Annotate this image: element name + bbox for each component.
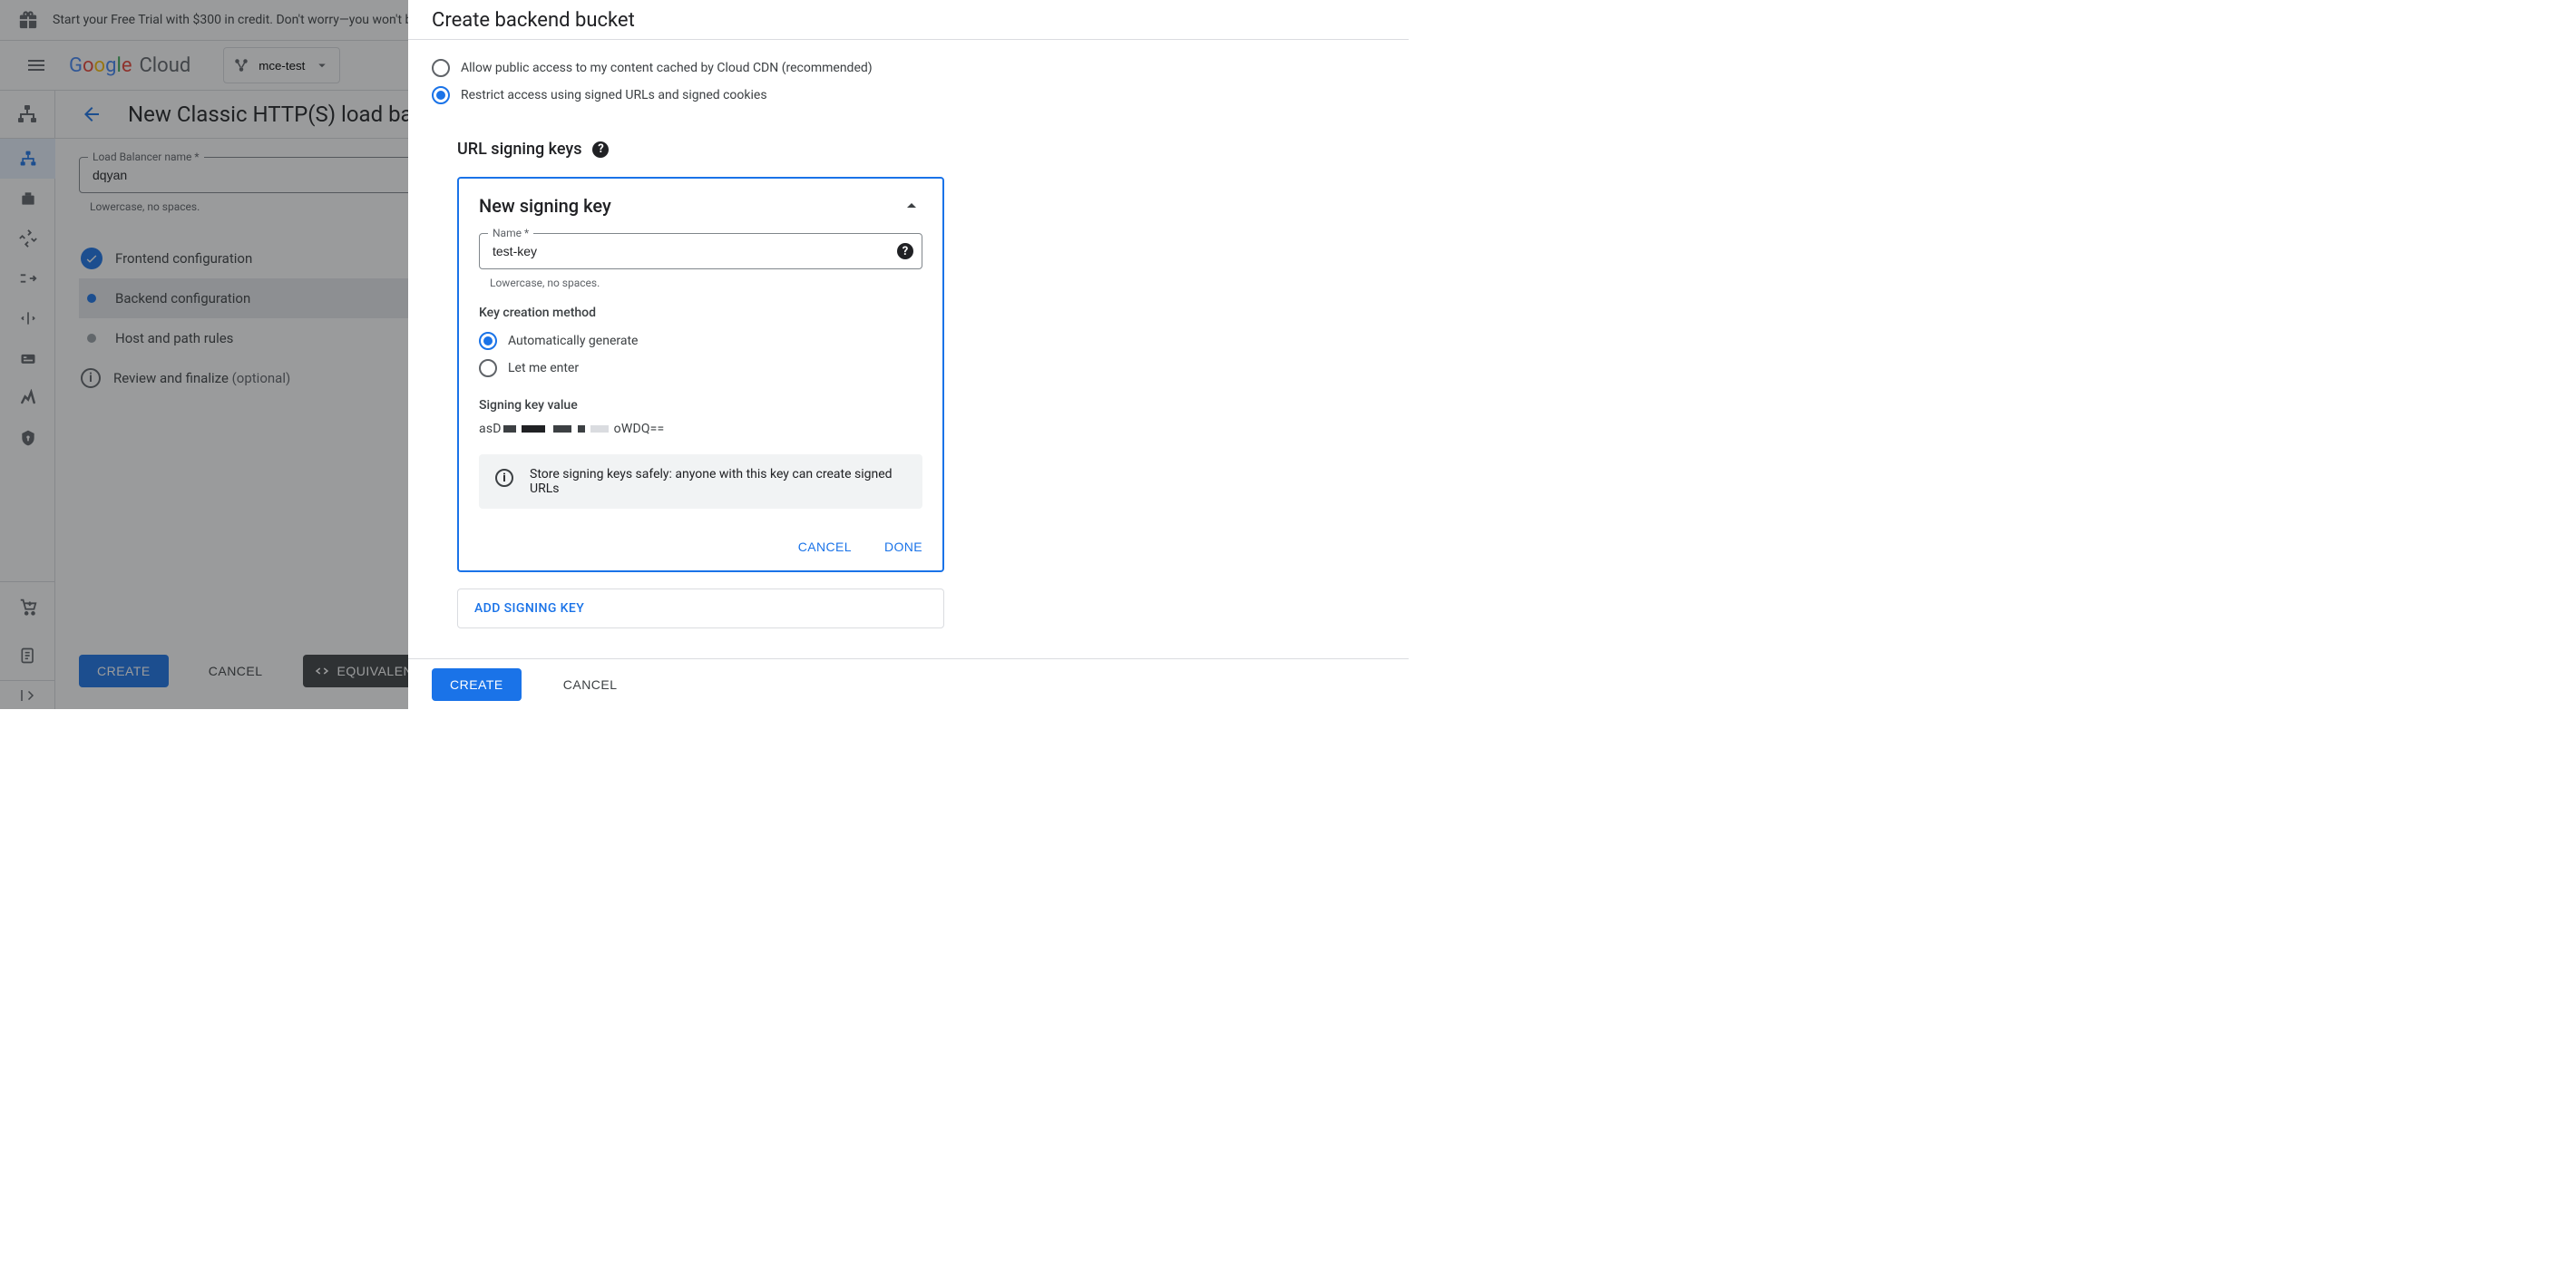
radio-icon	[432, 86, 450, 104]
radio-icon	[479, 332, 497, 350]
panel-title: Create backend bucket	[408, 0, 1409, 40]
info-icon: i	[495, 469, 513, 487]
key-name-hint: Lowercase, no spaces.	[490, 277, 922, 289]
key-name-field: Name * ?	[479, 233, 922, 269]
radio-label: Restrict access using signed URLs and si…	[461, 88, 767, 102]
section-title: URL signing keys	[457, 140, 581, 159]
new-signing-key-card: New signing key Name * ? Lowercase, no s…	[457, 177, 944, 572]
panel-create-button[interactable]: CREATE	[432, 668, 522, 701]
info-text: Store signing keys safely: anyone with t…	[530, 467, 906, 496]
key-value-label: Signing key value	[479, 398, 922, 413]
method-auto-option[interactable]: Automatically generate	[479, 327, 922, 355]
info-banner: i Store signing keys safely: anyone with…	[479, 454, 922, 509]
method-manual-option[interactable]: Let me enter	[479, 355, 922, 382]
help-icon[interactable]: ?	[592, 141, 609, 158]
key-method-label: Key creation method	[479, 306, 922, 320]
access-restrict-option[interactable]: Restrict access using signed URLs and si…	[432, 82, 1409, 109]
card-header[interactable]: New signing key	[479, 195, 922, 217]
card-title: New signing key	[479, 195, 611, 217]
url-signing-keys-heading: URL signing keys ?	[457, 140, 1409, 159]
panel-cancel-button[interactable]: CANCEL	[545, 668, 636, 701]
radio-label: Automatically generate	[508, 334, 638, 348]
add-signing-key-card[interactable]: ADD SIGNING KEY	[457, 588, 944, 628]
key-name-label: Name *	[488, 227, 533, 239]
panel-footer: CREATE CANCEL	[408, 658, 1409, 709]
help-icon[interactable]: ?	[897, 243, 913, 259]
radio-label: Allow public access to my content cached…	[461, 61, 873, 75]
card-cancel-button[interactable]: CANCEL	[798, 540, 852, 554]
add-signing-key-link: ADD SIGNING KEY	[474, 601, 584, 616]
card-done-button[interactable]: DONE	[884, 540, 922, 554]
radio-icon	[432, 59, 450, 77]
key-name-input[interactable]	[479, 233, 922, 269]
radio-icon	[479, 359, 497, 377]
key-value: asDoWDQ==	[479, 422, 922, 436]
create-backend-bucket-panel: Create backend bucket Allow public acces…	[408, 0, 1409, 709]
radio-label: Let me enter	[508, 361, 579, 375]
access-public-option[interactable]: Allow public access to my content cached…	[432, 54, 1409, 82]
chevron-up-icon	[901, 195, 922, 217]
